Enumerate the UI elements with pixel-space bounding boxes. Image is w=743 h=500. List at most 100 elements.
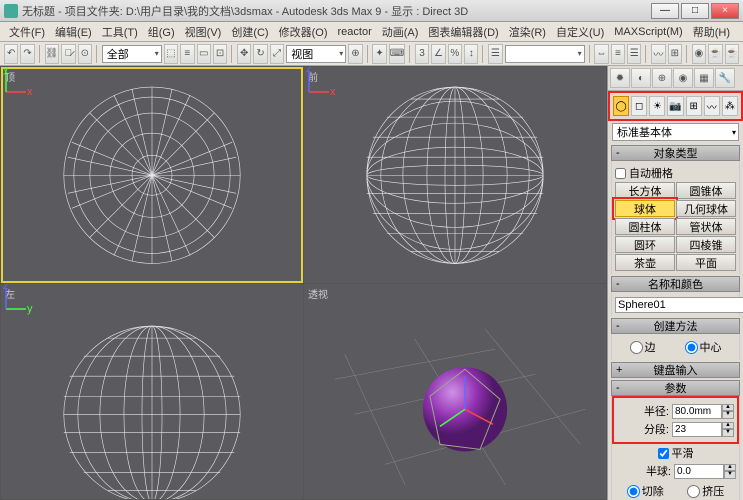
select-button[interactable]: ⬚: [164, 44, 178, 64]
selection-filter[interactable]: 全部: [102, 45, 162, 63]
rollout-object-type[interactable]: 对象类型: [611, 145, 740, 161]
pyramid-button[interactable]: 四棱锥: [676, 236, 736, 253]
create-tab-icon[interactable]: ✹: [610, 68, 630, 88]
menu-reactor[interactable]: reactor: [333, 24, 377, 40]
angle-snap-button[interactable]: ∠: [431, 44, 445, 64]
select-name-button[interactable]: ≡: [180, 44, 194, 64]
viewport-perspective[interactable]: 透视: [304, 284, 606, 500]
shapes-icon[interactable]: ◻: [631, 96, 647, 116]
spinner-snap-button[interactable]: ↕: [464, 44, 478, 64]
pivot-button[interactable]: ⊕: [348, 44, 362, 64]
link-button[interactable]: ⛓: [45, 44, 60, 64]
layers-button[interactable]: ☰: [627, 44, 641, 64]
snap-button[interactable]: 3: [415, 44, 429, 64]
menu-modifiers[interactable]: 修改器(O): [274, 22, 333, 42]
select-rect-button[interactable]: ▭: [197, 44, 211, 64]
radius-input[interactable]: [672, 404, 722, 419]
menu-create[interactable]: 创建(C): [226, 22, 273, 42]
menu-help[interactable]: 帮助(H): [688, 22, 735, 42]
render-scene-button[interactable]: ☕: [708, 44, 722, 64]
close-button[interactable]: ×: [711, 3, 739, 19]
bind-button[interactable]: ⊙: [78, 44, 92, 64]
window-crossing-button[interactable]: ⊡: [213, 44, 227, 64]
cone-button[interactable]: 圆锥体: [676, 182, 736, 199]
minimize-button[interactable]: —: [651, 3, 679, 19]
menu-views[interactable]: 视图(V): [180, 22, 227, 42]
spinner-down[interactable]: ▼: [722, 429, 734, 437]
spinner-up[interactable]: ▲: [722, 422, 734, 430]
object-name-input[interactable]: [615, 297, 743, 313]
schematic-button[interactable]: ⊞: [668, 44, 682, 64]
chop-radio[interactable]: 切除: [627, 483, 664, 499]
menu-file[interactable]: 文件(F): [4, 22, 50, 42]
maximize-button[interactable]: □: [681, 3, 709, 19]
geosphere-button[interactable]: 几何球体: [676, 200, 736, 217]
hierarchy-tab-icon[interactable]: ⊕: [652, 68, 672, 88]
menu-group[interactable]: 组(G): [143, 22, 180, 42]
spinner-up[interactable]: ▲: [722, 404, 734, 412]
box-button[interactable]: 长方体: [615, 182, 675, 199]
rotate-button[interactable]: ↻: [253, 44, 267, 64]
redo-button[interactable]: ↷: [20, 44, 34, 64]
percent-snap-button[interactable]: %: [448, 44, 462, 64]
menu-rendering[interactable]: 渲染(R): [504, 22, 551, 42]
autogrid-checkbox[interactable]: 自动栅格: [615, 165, 736, 181]
spinner-down[interactable]: ▼: [724, 471, 736, 479]
squash-radio[interactable]: 挤压: [687, 483, 724, 499]
menu-graph[interactable]: 图表编辑器(D): [423, 22, 503, 42]
viewport-left[interactable]: 左 y z: [1, 284, 303, 500]
unlink-button[interactable]: ⛓̷: [61, 44, 75, 64]
keymode-button[interactable]: ⌨: [389, 44, 405, 64]
modify-tab-icon[interactable]: ◐: [631, 68, 651, 88]
quick-render-button[interactable]: ☕: [725, 44, 739, 64]
smooth-checkbox[interactable]: 平滑: [615, 445, 736, 461]
undo-button[interactable]: ↶: [4, 44, 18, 64]
viewport-top[interactable]: 顶 x y: [1, 67, 303, 283]
plane-button[interactable]: 平面: [676, 254, 736, 271]
menu-animation[interactable]: 动画(A): [377, 22, 424, 42]
mirror-button[interactable]: ⇔: [594, 44, 608, 64]
display-tab-icon[interactable]: ▦: [694, 68, 714, 88]
rollout-keyboard-entry[interactable]: 键盘输入: [611, 362, 740, 378]
center-radio[interactable]: 中心: [685, 339, 722, 355]
scale-button[interactable]: ⤢: [270, 44, 284, 64]
spinner-down[interactable]: ▼: [722, 411, 734, 419]
rollout-name-color[interactable]: 名称和颜色: [611, 276, 740, 292]
motion-tab-icon[interactable]: ◉: [673, 68, 693, 88]
systems-icon[interactable]: ⁂: [722, 96, 738, 116]
utilities-tab-icon[interactable]: 🔧: [715, 68, 735, 88]
sphere-button[interactable]: 球体: [615, 200, 675, 217]
hemisphere-input[interactable]: [674, 464, 724, 479]
viewport-front[interactable]: 前 x z: [304, 67, 606, 283]
teapot-button[interactable]: 茶壶: [615, 254, 675, 271]
spinner-up[interactable]: ▲: [724, 464, 736, 472]
rollout-parameters[interactable]: 参数: [611, 380, 740, 396]
rollout-creation-method[interactable]: 创建方法: [611, 318, 740, 334]
edge-radio[interactable]: 边: [630, 339, 656, 355]
helpers-icon[interactable]: ⊞: [686, 96, 702, 116]
named-sel-button[interactable]: ☰: [488, 44, 502, 64]
spacewarps-icon[interactable]: 〰: [704, 96, 720, 116]
content-area: 顶 x y 前: [0, 66, 743, 500]
segments-input[interactable]: [672, 422, 722, 437]
category-dropdown[interactable]: 标准基本体: [612, 123, 739, 141]
cameras-icon[interactable]: 📷: [667, 96, 683, 116]
align-button[interactable]: ≡: [611, 44, 625, 64]
geometry-icon[interactable]: ◯: [613, 96, 629, 116]
menu-customize[interactable]: 自定义(U): [551, 22, 609, 42]
menu-tools[interactable]: 工具(T): [97, 22, 143, 42]
tube-button[interactable]: 管状体: [676, 218, 736, 235]
torus-button[interactable]: 圆环: [615, 236, 675, 253]
curve-editor-button[interactable]: 〰: [651, 44, 665, 64]
menubar: 文件(F) 编辑(E) 工具(T) 组(G) 视图(V) 创建(C) 修改器(O…: [0, 22, 743, 42]
cylinder-button[interactable]: 圆柱体: [615, 218, 675, 235]
move-button[interactable]: ✥: [237, 44, 251, 64]
menu-maxscript[interactable]: MAXScript(M): [609, 24, 687, 40]
named-sel-dropdown[interactable]: [505, 45, 585, 63]
manip-button[interactable]: ✦: [372, 44, 386, 64]
lights-icon[interactable]: ☀: [649, 96, 665, 116]
material-button[interactable]: ◉: [692, 44, 706, 64]
perspective-view: [304, 284, 606, 500]
menu-edit[interactable]: 编辑(E): [50, 22, 97, 42]
ref-coord-dropdown[interactable]: 视图: [286, 45, 346, 63]
